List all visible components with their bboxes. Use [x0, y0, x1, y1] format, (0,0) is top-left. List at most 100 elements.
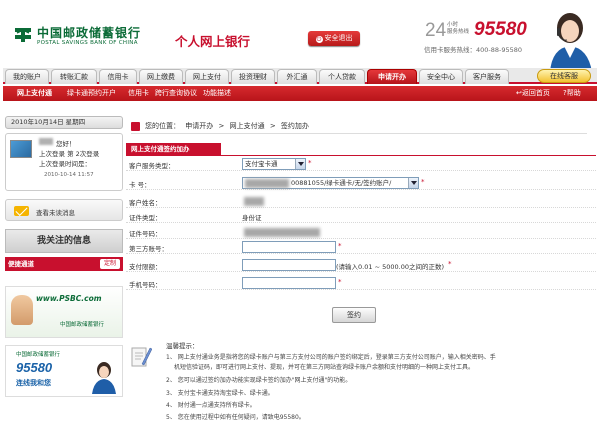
tab-customer-service[interactable]: 客户服务: [465, 69, 509, 84]
breadcrumb-item-online-pay: 网上支付通: [229, 122, 265, 130]
tip-item: 3、 支付宝卡通支持淘宝绿卡、绿卡通。: [166, 390, 274, 397]
psbc-banner-bank-name: 中国邮政储蓄银行: [60, 322, 105, 328]
tips-title: 温馨提示：: [166, 342, 199, 350]
hotline-banner-number: 95580: [16, 360, 53, 375]
last-login-time: 2010-10-14 11:57: [44, 172, 94, 178]
location-icon: [131, 122, 140, 131]
required-mark: *: [338, 278, 342, 286]
bank-name-en: POSTAL SAVINGS BANK OF CHINA: [37, 40, 138, 46]
row-mobile: 手机号码： *: [126, 276, 596, 290]
tab-investment[interactable]: 投资理财: [231, 69, 275, 84]
id-number-label: 证件号码：: [129, 230, 162, 238]
customer-name-label: 客户姓名：: [129, 199, 162, 207]
row-payment-limit: 支付限额： (请输入0.01 ~ 5000.00之间的正数) *: [126, 258, 596, 272]
id-type-value: 身份证: [242, 214, 262, 222]
tab-personal-loan[interactable]: 个人贷款: [319, 69, 365, 84]
row-service-type: 客户服务类型： 支付宝卡通 *: [126, 157, 596, 171]
greeting: 您好！: [56, 140, 76, 148]
hotline-banner[interactable]: 中国邮政储蓄银行 95580 连线我和您: [5, 345, 123, 397]
psbc-logo-icon: [12, 24, 34, 46]
breadcrumb-text: 您的位置： 申请开办 > 网上支付通 > 签约加办: [145, 121, 312, 131]
breadcrumb-item-apply: 申请开办: [185, 122, 214, 130]
mobile-input[interactable]: [242, 277, 336, 289]
tab-online-pay[interactable]: 网上支付: [185, 69, 229, 84]
subnav-green-card-appointment[interactable]: 绿卡通预约开户: [67, 86, 116, 101]
hotline-hours-label: 小时: [447, 22, 459, 28]
last-login-label: 上次登录时间是：: [39, 160, 91, 168]
unread-messages-label: 查看未读消息: [36, 209, 75, 217]
third-party-account-input[interactable]: [242, 241, 336, 253]
third-party-account-label: 第三方账号：: [129, 245, 168, 253]
hotline-small-text: 小时 服务热线: [447, 22, 469, 36]
tip-item: 2、 您可以通过签约加办功能实现绿卡签约加办"网上支付通"的功能。: [166, 377, 352, 384]
tab-credit-card[interactable]: 信用卡: [99, 69, 137, 84]
logout-button[interactable]: ⏻ 安全退出: [308, 31, 360, 46]
back-home-link[interactable]: ↩返回首页: [516, 86, 550, 101]
subnav-cross-bank-query[interactable]: 跨行查询协议: [155, 86, 197, 101]
hotline-number: 95580: [474, 19, 527, 40]
tab-security-center[interactable]: 安全中心: [419, 69, 463, 84]
row-third-party-account: 第三方账号： *: [126, 240, 596, 254]
row-id-type: 证件类型： 身份证: [126, 209, 596, 223]
credit-card-hotline: 信用卡服务热线：400-88-95580: [424, 46, 523, 54]
sub-nav: 网上支付通 绿卡通预约开户 信用卡 跨行查询协议 功能描述 ↩返回首页 ?帮助: [3, 86, 597, 101]
psbc-website-banner[interactable]: www.PSBC.com 中国邮政储蓄银行: [5, 286, 123, 338]
hotline-24: 24: [425, 20, 447, 41]
breadcrumb-separator: >: [269, 122, 276, 130]
tab-forex[interactable]: 外汇通: [277, 69, 317, 84]
tab-apply[interactable]: 申请开办: [367, 69, 417, 84]
hotline-service-label: 服务热线: [447, 29, 470, 35]
login-count: 上次登录 第 2次登录: [39, 150, 100, 158]
user-name-redacted: [39, 138, 53, 145]
favorites-title: 我关注的信息: [5, 229, 123, 253]
service-type-select[interactable]: 支付宝卡通: [242, 158, 306, 170]
power-icon: ⏻: [315, 36, 323, 43]
card-number-value: 00881055/绿卡通卡/无/签约账户/: [291, 179, 392, 187]
subnav-function-desc[interactable]: 功能描述: [203, 86, 231, 101]
quick-channel-bar: 便捷通道 定制: [5, 257, 123, 271]
breadcrumb-separator: >: [218, 122, 225, 130]
main-nav: 我的账户 转账汇款 信用卡 网上缴费 网上支付 投资理财 外汇通 个人贷款 申请…: [3, 68, 597, 84]
tip-item: 5、 您在使用过程中如有任何疑问，请致电95580。: [166, 414, 305, 421]
required-mark: *: [448, 260, 452, 268]
row-customer-name: 客户姓名：: [126, 194, 596, 208]
tip-item: 1、 网上支付通业务是指将您的绿卡账户与第三方支付公司的账户签约绑定后，登录第三…: [166, 354, 496, 361]
customize-button[interactable]: 定制: [99, 259, 120, 269]
card-number-label: 卡 号：: [129, 181, 151, 189]
customer-service-avatar-icon: [550, 13, 592, 72]
subnav-credit-card[interactable]: 信用卡: [128, 86, 149, 101]
required-mark: *: [421, 178, 425, 186]
payment-limit-label: 支付限额：: [129, 263, 162, 271]
tip-item: 机短信验证码，即可进行网上支付、提现，并可在第三方网站查询绿卡账户余额和支付明细…: [174, 364, 475, 371]
hotline-banner-bank-name: 中国邮政储蓄银行: [16, 352, 61, 358]
tip-item: 4、 财付通一点通支持所有绿卡。: [166, 402, 256, 409]
tab-transfer[interactable]: 转账汇款: [51, 69, 97, 84]
required-mark: *: [338, 242, 342, 250]
id-number-redacted: [244, 228, 320, 237]
form-title: 网上支付通签约加办: [126, 143, 221, 155]
subnav-online-pay[interactable]: 网上支付通: [17, 86, 52, 101]
payment-limit-input[interactable]: [242, 259, 336, 271]
tab-online-payment-bills[interactable]: 网上缴费: [139, 69, 183, 84]
breadcrumb-item-sign: 签约加办: [280, 122, 309, 130]
card-number-select[interactable]: 00881055/绿卡通卡/无/签约账户/: [242, 177, 419, 189]
personal-banking-title: 个人网上银行: [175, 34, 251, 49]
tab-my-account[interactable]: 我的账户: [5, 69, 49, 84]
required-mark: *: [308, 159, 312, 167]
online-service-button[interactable]: 在线客服: [537, 69, 591, 83]
sign-button[interactable]: 签约: [332, 307, 376, 323]
service-girl-icon: [92, 362, 116, 394]
form-title-divider: [126, 155, 596, 156]
id-type-label: 证件类型：: [129, 214, 162, 222]
quick-channel-label: 便捷通道: [8, 260, 34, 268]
chevron-down-icon: [408, 178, 418, 188]
card-number-redacted: [245, 179, 289, 188]
user-info-panel: 您好！ 上次登录 第 2次登录 上次登录时间是： 2010-10-14 11:5…: [5, 133, 123, 191]
breadcrumb: 您的位置： 申请开办 > 网上支付通 > 签约加办: [131, 119, 587, 134]
help-link[interactable]: ?帮助: [563, 86, 581, 101]
payment-limit-hint: (请输入0.01 ~ 5000.00之间的正数): [336, 263, 445, 271]
back-home-label: 返回首页: [521, 89, 550, 97]
bank-name-cn: 中国邮政储蓄银行: [37, 26, 142, 40]
unread-messages-link[interactable]: 查看未读消息: [5, 199, 123, 221]
logout-label: 安全退出: [324, 34, 353, 42]
